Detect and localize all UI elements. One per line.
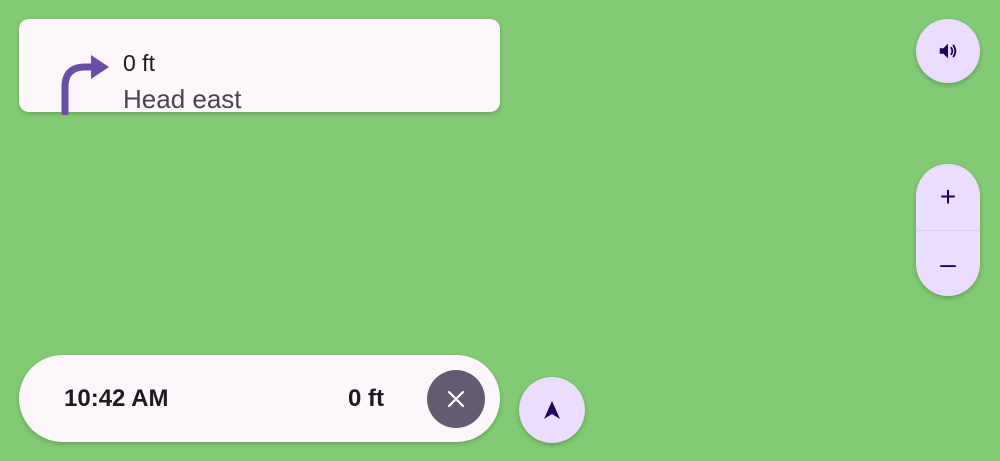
instruction-card: 0 ft Head east (19, 19, 500, 115)
maneuver-distance: 0 ft (123, 50, 155, 76)
zoom-in-button[interactable]: + (916, 164, 980, 230)
turn-right-icon (61, 55, 109, 115)
close-icon (447, 390, 465, 408)
end-navigation-button[interactable] (427, 370, 485, 428)
remaining-distance: 0 ft (348, 385, 384, 412)
zoom-out-button[interactable]: – (916, 230, 980, 296)
arrival-time: 10:42 AM (64, 385, 169, 412)
recenter-button[interactable] (519, 377, 585, 443)
maneuver-instruction: Head east (123, 84, 242, 114)
trip-summary-bar: 10:42 AM 0 ft (19, 355, 500, 442)
navigation-arrow-icon (544, 401, 560, 419)
sound-button[interactable] (916, 19, 980, 83)
zoom-controls: + – (916, 164, 980, 296)
volume-icon (939, 43, 957, 59)
